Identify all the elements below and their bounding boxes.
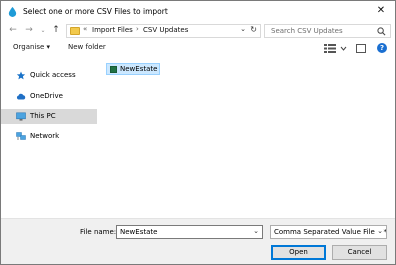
nav-item-label: OneDrive bbox=[30, 92, 63, 100]
window-title: Select one or more CSV Files to import bbox=[23, 7, 168, 16]
folder-icon bbox=[70, 27, 80, 35]
file-name-label: File name: bbox=[80, 228, 117, 236]
up-arrow-icon[interactable]: ↑ bbox=[50, 24, 62, 37]
address-dropdown-icon[interactable]: ⌄ bbox=[240, 25, 246, 33]
file-name-field[interactable]: NewEstate ⌄ bbox=[116, 225, 263, 239]
chevron-down-icon[interactable]: ⌄ bbox=[253, 227, 259, 235]
nav-item-label: Quick access bbox=[30, 71, 76, 79]
recent-locations-chevron-icon[interactable]: ⌄ bbox=[37, 24, 49, 37]
change-view-icon[interactable] bbox=[323, 43, 349, 54]
open-button[interactable]: Open bbox=[271, 245, 326, 260]
back-arrow-icon[interactable]: ← bbox=[7, 24, 19, 37]
navigation-pane: Quick access OneDrive This PC Network bbox=[1, 58, 101, 218]
file-dialog-window: Select one or more CSV Files to import ✕… bbox=[0, 0, 396, 265]
star-icon bbox=[16, 71, 26, 80]
network-icon bbox=[16, 132, 26, 140]
toolbar: Organise ▾ New folder ? bbox=[1, 41, 395, 56]
help-icon[interactable]: ? bbox=[377, 43, 387, 53]
forward-arrow-icon[interactable]: → bbox=[23, 24, 35, 37]
dialog-footer: File name: NewEstate ⌄ Comma Separated V… bbox=[1, 218, 395, 264]
close-button[interactable]: ✕ bbox=[370, 2, 392, 20]
cancel-button[interactable]: Cancel bbox=[332, 245, 387, 260]
title-bar: Select one or more CSV Files to import ✕ bbox=[1, 1, 395, 23]
nav-item-quick-access[interactable]: Quick access bbox=[1, 68, 97, 83]
csv-file-icon bbox=[110, 66, 117, 73]
chevron-down-icon[interactable]: ⌄ bbox=[375, 227, 383, 235]
content-area: Quick access OneDrive This PC Network Ne… bbox=[1, 58, 395, 218]
nav-item-onedrive[interactable]: OneDrive bbox=[1, 89, 97, 104]
nav-item-network[interactable]: Network bbox=[1, 129, 97, 144]
file-type-value: Comma Separated Value Files (*.csv) bbox=[274, 228, 387, 236]
breadcrumb-separator: › bbox=[136, 25, 139, 33]
navigation-row: ← → ⌄ ↑ « Import Files › CSV Updates ⌄ ↻… bbox=[1, 23, 395, 39]
breadcrumb-import-files[interactable]: Import Files bbox=[92, 26, 133, 34]
search-input[interactable]: Search CSV Updates bbox=[264, 24, 391, 38]
file-list-pane: NewEstate bbox=[101, 58, 395, 218]
file-item[interactable]: NewEstate bbox=[106, 63, 160, 75]
search-icon bbox=[377, 27, 386, 36]
file-name: NewEstate bbox=[120, 65, 158, 73]
breadcrumb-overflow[interactable]: « bbox=[83, 25, 87, 33]
cloud-icon bbox=[16, 93, 26, 100]
nav-item-this-pc[interactable]: This PC bbox=[1, 109, 97, 124]
breadcrumb-csv-updates[interactable]: CSV Updates bbox=[143, 26, 188, 34]
address-bar[interactable]: « Import Files › CSV Updates ⌄ ↻ bbox=[66, 24, 261, 38]
search-placeholder: Search CSV Updates bbox=[271, 27, 343, 35]
nav-item-label: This PC bbox=[30, 112, 56, 120]
file-type-select[interactable]: Comma Separated Value Files (*.csv) ⌄ bbox=[270, 225, 387, 239]
refresh-icon[interactable]: ↻ bbox=[250, 25, 257, 34]
new-folder-button[interactable]: New folder bbox=[68, 43, 106, 51]
nav-item-label: Network bbox=[30, 132, 60, 140]
organise-button[interactable]: Organise ▾ bbox=[13, 43, 50, 51]
app-drop-icon bbox=[8, 6, 17, 17]
preview-pane-icon[interactable] bbox=[356, 44, 366, 53]
computer-icon bbox=[16, 112, 26, 121]
file-name-value: NewEstate bbox=[120, 228, 158, 236]
